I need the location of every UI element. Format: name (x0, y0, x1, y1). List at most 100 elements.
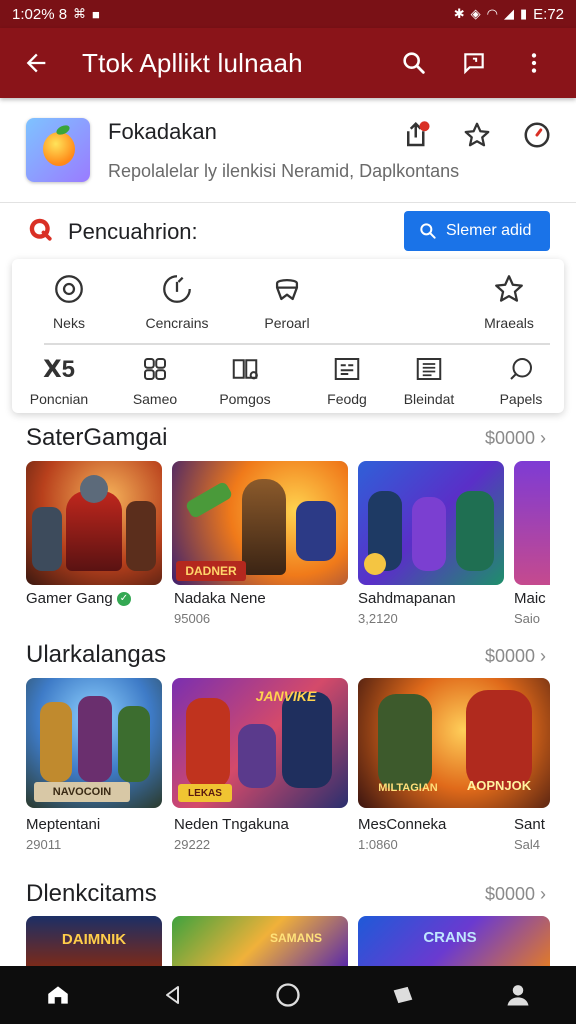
section-title: SaterGamgai (26, 424, 168, 451)
game-title: Meptentani (26, 816, 101, 833)
section-more-label: $0000 (484, 428, 535, 448)
category-item[interactable]: Sameo (120, 351, 190, 407)
x5-icon: ꓫ5 (43, 355, 75, 383)
verified-icon: ✓ (116, 592, 131, 607)
feedback-icon[interactable] (448, 43, 500, 83)
game-title: Nadaka Nene (174, 590, 266, 607)
section-title: Dlenkcitams (26, 880, 157, 907)
search-button-icon (420, 223, 436, 239)
section-more-label: $0000 (484, 884, 535, 904)
game-card[interactable]: NAVOCOIN (26, 678, 162, 808)
badge-icon (270, 271, 304, 307)
section-more-link[interactable]: $0000 › (485, 428, 546, 449)
share-badge-icon[interactable] (398, 118, 436, 152)
category-label: Cencrains (145, 315, 209, 331)
game-card[interactable]: DAIMNIK (26, 916, 162, 966)
category-label: Mraeals (484, 315, 534, 331)
search-section-label: Pencuahrion: (68, 219, 198, 244)
home-circle-icon[interactable] (258, 973, 318, 1017)
game-subtitle: Sal4 (514, 837, 541, 852)
target-icon (52, 271, 86, 307)
category-label: Feodg (327, 391, 367, 407)
search-button-label: Slemer adid (446, 222, 532, 239)
game-title: MesConneka (358, 816, 447, 833)
category-item[interactable]: Pomgos (210, 351, 280, 407)
game-card[interactable] (26, 461, 162, 585)
category-item[interactable]: Papels (486, 351, 556, 407)
status-clock: E:72 (533, 5, 564, 23)
more-vert-icon[interactable] (508, 43, 560, 83)
grid-icon (140, 351, 170, 387)
signal-icon: ◢ (503, 6, 514, 21)
game-banner: AOPNJOK (466, 778, 532, 793)
game-card[interactable]: JANVIKE LEKAS (172, 678, 348, 808)
back-triangle-icon[interactable] (143, 973, 203, 1017)
divider (0, 202, 576, 203)
category-divider (44, 343, 550, 345)
status-time: 1:02% 8 (12, 5, 68, 23)
game-subtitle: 29011 (26, 837, 62, 852)
app-icon[interactable] (26, 118, 90, 182)
star-outline-icon[interactable] (458, 118, 496, 152)
category-item[interactable]: Peroarl (252, 271, 322, 331)
game-card[interactable] (514, 461, 550, 585)
timer-icon[interactable] (518, 118, 556, 152)
category-label: Bleindat (403, 391, 455, 407)
compass-icon (160, 271, 194, 307)
game-card[interactable]: MILTAGIAN AOPNJOK (358, 678, 550, 808)
notification-status-icon: ■ (92, 6, 100, 22)
category-label: Papels (499, 391, 543, 407)
columns-icon (230, 351, 260, 387)
game-title: Sant (514, 816, 545, 833)
category-item[interactable]: ꓫ5 Poncnian (24, 351, 94, 408)
game-subtitle: 29222 (174, 837, 211, 852)
battery-icon: ▮ (519, 6, 528, 21)
grid-status-icon: ⌘ (73, 6, 87, 21)
section-more-label: $0000 (484, 646, 535, 666)
game-banner: CRANS (423, 929, 477, 946)
profile-icon[interactable] (488, 973, 548, 1017)
category-label: Sameo (132, 391, 178, 407)
game-banner: DAIMNIK (61, 931, 127, 948)
game-card[interactable]: DADNER (172, 461, 348, 585)
section-title: Ularkalangas (26, 641, 167, 668)
category-item[interactable]: Bleindat (394, 351, 464, 407)
arrow-left-icon[interactable] (16, 43, 56, 83)
game-title: Maic (514, 590, 546, 607)
chat-icon (506, 351, 536, 387)
search-icon[interactable] (388, 43, 440, 83)
recent-icon[interactable] (373, 973, 433, 1017)
star-icon (492, 271, 526, 307)
bluetooth-icon: ✱ (453, 6, 465, 21)
feed-icon (332, 351, 362, 387)
home-icon[interactable] (28, 973, 88, 1017)
game-card[interactable]: SAMANS (172, 916, 348, 966)
category-item[interactable]: Neks (34, 271, 104, 331)
app-bar: Ttok Apllikt lulnaah (0, 28, 576, 98)
category-label: Peroarl (264, 315, 310, 331)
wifi-icon: ◠ (486, 6, 498, 21)
game-banner-small: LEKAS (178, 784, 232, 802)
vibrate-icon: ◈ (470, 6, 481, 21)
game-subtitle: Saio (514, 611, 541, 626)
app-subtitle: Repolalelar ly ilenkisi Neramid, Daplkon… (108, 160, 460, 181)
game-subtitle: 95006 (174, 611, 211, 626)
game-title: Neden Tngakuna (174, 816, 289, 833)
game-banner: DADNER (176, 561, 246, 581)
game-title: Gamer Gang ✓ (26, 590, 131, 607)
search-section-icon (26, 215, 56, 250)
game-card[interactable] (358, 461, 504, 585)
section-more-link[interactable]: $0000 › (485, 884, 546, 905)
category-label: Pomgos (219, 391, 271, 407)
game-banner: JANVIKE (255, 688, 317, 704)
game-subtitle: 3,2120 (358, 611, 398, 626)
search-button[interactable]: Slemer adid (404, 211, 550, 251)
page-title: Ttok Apllikt lulnaah (82, 47, 303, 78)
category-item[interactable]: Cencrains (132, 271, 222, 331)
category-item[interactable]: Mraeals (474, 271, 544, 331)
category-label: Poncnian (29, 391, 89, 407)
category-item[interactable]: Feodg (312, 351, 382, 407)
game-card[interactable]: CRANS (358, 916, 550, 966)
status-bar: 1:02% 8 ⌘ ■ ✱ ◈ ◠ ◢ ▮ E:72 (0, 0, 576, 28)
section-more-link[interactable]: $0000 › (485, 646, 546, 667)
